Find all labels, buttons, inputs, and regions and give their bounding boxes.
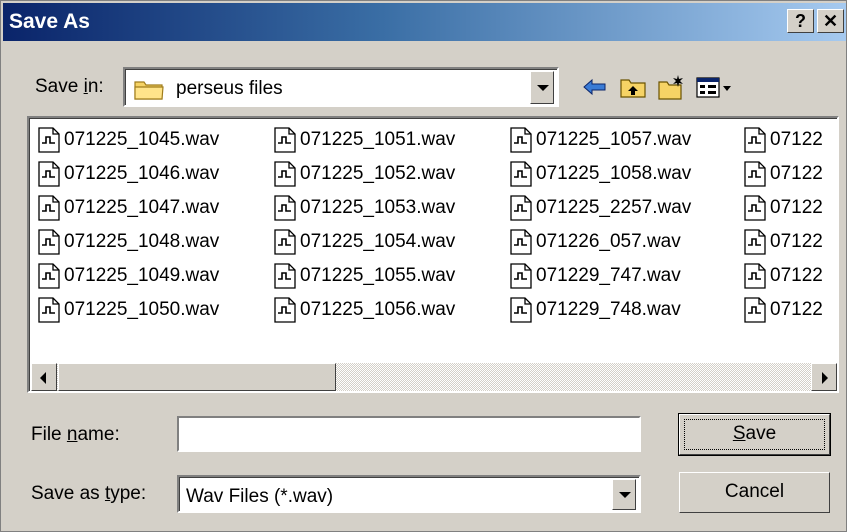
file-name: 071225_1054.wav: [300, 231, 456, 252]
file-list[interactable]: 071225_1045.wav 071225_1046.wav 071225_104…: [27, 116, 839, 393]
file-name: 071225_1045.wav: [64, 129, 220, 150]
file-name: 071225_1053.wav: [300, 197, 456, 218]
file-name: 071225_1058.wav: [536, 163, 692, 184]
save-as-type-dropdown[interactable]: Wav Files (*.wav): [177, 475, 641, 513]
wav-file-icon: [744, 161, 766, 187]
file-name: 071225_1056.wav: [300, 299, 456, 320]
save-as-type-label: Save as type:: [31, 483, 147, 504]
file-name: 071225_1055.wav: [300, 265, 456, 286]
wav-file-icon: [38, 297, 60, 323]
file-name: 07122: [770, 163, 823, 184]
wav-file-icon: [744, 229, 766, 255]
file-name: 07122: [770, 129, 823, 150]
wav-file-icon: [744, 297, 766, 323]
file-name: 071226_057.wav: [536, 231, 681, 252]
file-name: 071225_1052.wav: [300, 163, 456, 184]
scroll-left-button[interactable]: [31, 363, 57, 391]
wav-file-icon: [510, 263, 532, 289]
wav-file-icon: [274, 161, 296, 187]
save-in-dropdown-button[interactable]: [530, 71, 554, 104]
close-button[interactable]: ✕: [817, 9, 844, 33]
wav-file-icon: [38, 127, 60, 153]
cancel-button[interactable]: Cancel: [679, 472, 830, 513]
file-name: 07122: [770, 265, 823, 286]
save-as-type-value: Wav Files (*.wav): [186, 486, 334, 507]
save-in-value: perseus files: [176, 78, 283, 99]
chevron-left-icon: [40, 372, 46, 384]
view-menu-icon[interactable]: [695, 73, 735, 101]
wav-file-icon: [38, 229, 60, 255]
wav-file-icon: [744, 127, 766, 153]
chevron-down-icon: [619, 492, 631, 498]
wav-file-icon: [510, 195, 532, 221]
chevron-down-icon: [537, 85, 549, 91]
file-name: 071229_748.wav: [536, 299, 681, 320]
save-in-label: Save in:: [35, 76, 104, 97]
file-name: 071229_747.wav: [536, 265, 681, 286]
file-name: 071225_1047.wav: [64, 197, 220, 218]
file-name: 07122: [770, 299, 823, 320]
wav-file-icon: [274, 263, 296, 289]
wav-file-icon: [274, 127, 296, 153]
file-name-label: File name:: [31, 424, 120, 445]
file-name: 071225_1051.wav: [300, 129, 456, 150]
file-name: 07122: [770, 197, 823, 218]
wav-file-icon: [744, 195, 766, 221]
save-as-type-dropdown-button[interactable]: [612, 479, 636, 510]
file-name-input[interactable]: [177, 416, 641, 452]
wav-file-icon: [274, 195, 296, 221]
folder-icon: [134, 81, 164, 100]
help-button[interactable]: ?: [787, 9, 814, 33]
file-name: 071225_1046.wav: [64, 163, 220, 184]
wav-file-icon: [38, 161, 60, 187]
focus-rectangle: [684, 419, 825, 450]
create-new-folder-icon[interactable]: [657, 73, 685, 101]
wav-file-icon: [510, 127, 532, 153]
file-name: 07122: [770, 231, 823, 252]
wav-file-icon: [38, 195, 60, 221]
up-one-level-icon[interactable]: [619, 73, 647, 101]
wav-file-icon: [38, 263, 60, 289]
scrollbar-thumb[interactable]: [58, 363, 336, 391]
file-name: 071225_1050.wav: [64, 299, 220, 320]
wav-file-icon: [744, 263, 766, 289]
wav-file-icon: [274, 297, 296, 323]
window-title: Save As: [9, 10, 90, 33]
save-button[interactable]: Save: [678, 413, 831, 456]
title-bar[interactable]: Save As ? ✕: [3, 3, 846, 41]
chevron-right-icon: [822, 372, 828, 384]
horizontal-scrollbar[interactable]: [31, 363, 837, 391]
scroll-right-button[interactable]: [811, 363, 837, 391]
wav-file-icon: [274, 229, 296, 255]
save-as-dialog: Save As ? ✕ Save in: perseus files 07122…: [0, 0, 847, 532]
file-name: 071225_1049.wav: [64, 265, 220, 286]
file-name: 071225_1057.wav: [536, 129, 692, 150]
file-name: 071225_1048.wav: [64, 231, 220, 252]
wav-file-icon: [510, 161, 532, 187]
wav-file-icon: [510, 297, 532, 323]
wav-file-icon: [510, 229, 532, 255]
file-name: 071225_2257.wav: [536, 197, 692, 218]
back-arrow-icon[interactable]: [581, 73, 609, 101]
save-in-dropdown[interactable]: perseus files: [123, 67, 559, 107]
